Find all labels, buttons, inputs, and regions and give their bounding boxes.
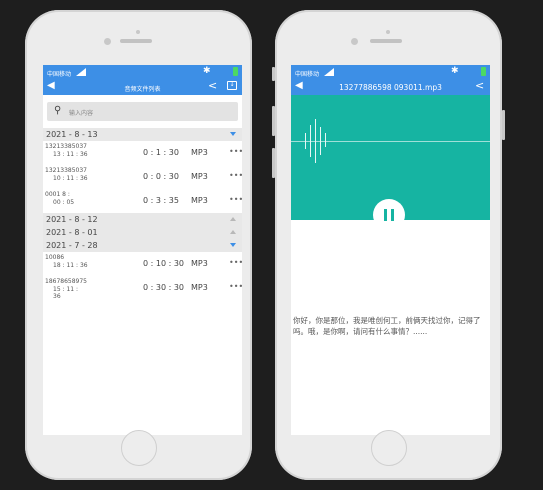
front-sensor [351, 38, 358, 45]
bluetooth-icon: ✱ [451, 66, 459, 76]
record-name: 13213385037 [45, 143, 87, 150]
record-format: MP3 [191, 148, 208, 157]
audio-record-row[interactable]: 18678658975 15 : 11 : 36 0 : 30 : 30 MP3 ••• [43, 276, 242, 300]
record-time: 15 : 11 : 36 [53, 286, 79, 300]
search-input[interactable]: 输入内容 [69, 108, 93, 117]
audio-record-row[interactable]: 0001 8 :00 : 05 0 : 3 : 35 MP3 ••• [43, 189, 242, 213]
audio-record-row[interactable]: 10086 18 : 11 : 36 0 : 10 : 30 MP3 ••• [43, 252, 242, 276]
waveform-bar [315, 119, 316, 163]
date-group-label: 2021 - 8 - 12 [46, 215, 98, 224]
record-duration: 0 : 3 : 35 [143, 196, 179, 205]
file-title: 13277886598 093011.mp3 [339, 83, 442, 92]
mute-switch [272, 67, 275, 81]
share-icon[interactable]: < [475, 80, 484, 91]
waveform-bar [320, 127, 321, 155]
home-button[interactable] [121, 430, 157, 466]
waveform-bar [325, 133, 326, 147]
date-group-label: 2021 - 8 - 13 [46, 130, 98, 139]
record-time: 18 : 11 : 36 [53, 262, 88, 269]
record-name: 18678658975 [45, 278, 87, 285]
record-time: 00 : 05 [53, 199, 75, 206]
record-name: 10086 [45, 254, 65, 261]
search-box[interactable]: ⚲ 输入内容 [47, 102, 238, 121]
back-arrow-icon[interactable]: ◀ [295, 81, 303, 91]
battery-icon [481, 67, 486, 76]
record-format: MP3 [191, 283, 208, 292]
more-options-icon[interactable]: ••• [229, 147, 242, 156]
chevron-up-icon[interactable] [230, 230, 236, 234]
more-options-icon[interactable]: ••• [229, 171, 242, 180]
date-group-label: 2021 - 8 - 01 [46, 228, 98, 237]
waveform-bar [305, 133, 306, 149]
record-duration: 0 : 30 : 30 [143, 283, 185, 292]
date-group-header[interactable]: 2021 - 7 - 28 [43, 239, 242, 252]
record-format: MP3 [191, 259, 208, 268]
more-options-icon[interactable]: ••• [229, 258, 242, 267]
back-arrow-icon[interactable]: ◀ [47, 81, 55, 91]
record-format: MP3 [191, 172, 208, 181]
signal-icon [76, 68, 86, 76]
chevron-down-icon[interactable] [230, 243, 236, 247]
carrier-label: 中国移动 [295, 71, 320, 78]
phone-left: 中国移动 ✱ ◀ 音频文件列表 < ↓ ⚲ 输入内容 2021 - 8 - 13… [25, 10, 252, 480]
chevron-up-icon[interactable] [230, 217, 236, 221]
more-options-icon[interactable]: ••• [229, 282, 242, 291]
phone-right: 中国移动 ✱ ◀ 13277886598 093011.mp3 < 你好，你是那… [272, 10, 505, 480]
volume-up-button [272, 106, 275, 136]
power-button [502, 110, 505, 140]
screen-audio-list: 中国移动 ✱ ◀ 音频文件列表 < ↓ ⚲ 输入内容 2021 - 8 - 13… [43, 65, 242, 435]
chevron-down-icon[interactable] [230, 132, 236, 136]
record-format: MP3 [191, 196, 208, 205]
screen-icon[interactable]: ↓ [227, 81, 237, 90]
share-icon[interactable]: < [208, 80, 217, 91]
date-group-header[interactable]: 2021 - 8 - 13 [43, 128, 242, 141]
home-button[interactable] [371, 430, 407, 466]
header-bar: 中国移动 ✱ ◀ 音频文件列表 < ↓ [43, 65, 242, 95]
date-group-label: 2021 - 7 - 28 [46, 241, 98, 250]
record-duration: 0 : 10 : 30 [143, 259, 185, 268]
camera [136, 30, 140, 34]
date-group-header[interactable]: 2021 - 8 - 12 [43, 213, 242, 226]
carrier-label: 中国移动 [47, 71, 72, 78]
waveform-bar [310, 125, 311, 157]
audio-record-row[interactable]: 13213385037 13 : 11 : 36 0 : 1 : 30 MP3 ••• [43, 141, 242, 165]
transcript-text: 你好，你是那位，我是唯创何工，前俩天找过你，记得了吗。哦，是你啊，请问有什么事情… [293, 316, 481, 336]
record-duration: 0 : 1 : 30 [143, 148, 179, 157]
audio-player-panel [291, 95, 490, 231]
record-name: 13213385037 [45, 167, 87, 174]
header-bar: 中国移动 ✱ ◀ 13277886598 093011.mp3 < [291, 65, 490, 95]
search-icon: ⚲ [54, 105, 62, 116]
date-group-header[interactable]: 2021 - 8 - 01 [43, 226, 242, 239]
more-options-icon[interactable]: ••• [229, 195, 242, 204]
bluetooth-icon: ✱ [203, 66, 211, 76]
front-sensor [104, 38, 111, 45]
speaker-grille [370, 39, 402, 43]
pause-button[interactable] [373, 199, 405, 231]
record-time: 13 : 11 : 36 [53, 151, 88, 158]
record-name: 0001 8 : [45, 191, 70, 198]
speaker-grille [120, 39, 152, 43]
record-time: 10 : 11 : 36 [53, 175, 88, 182]
signal-icon [324, 68, 334, 76]
audio-record-row[interactable]: 13213385037 10 : 11 : 36 0 : 0 : 30 MP3 ••• [43, 165, 242, 189]
camera [386, 30, 390, 34]
battery-icon [233, 67, 238, 76]
volume-down-button [272, 148, 275, 178]
record-duration: 0 : 0 : 30 [143, 172, 179, 181]
page-title: 音频文件列表 [124, 86, 161, 93]
screen-audio-player: 中国移动 ✱ ◀ 13277886598 093011.mp3 < 你好，你是那… [291, 65, 490, 435]
